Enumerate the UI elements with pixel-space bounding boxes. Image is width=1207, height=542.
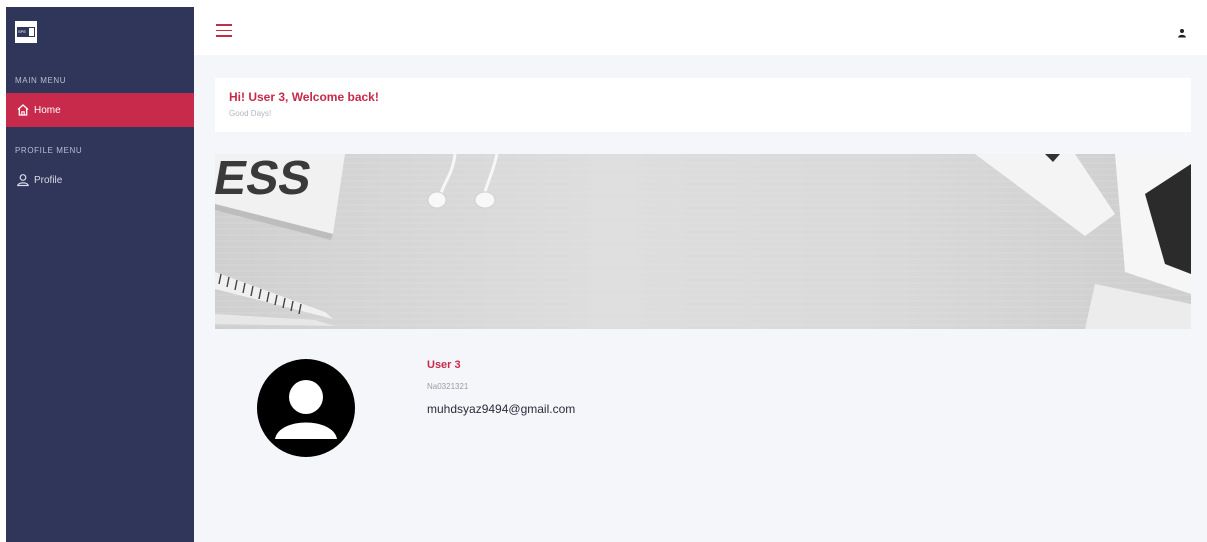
welcome-title: Hi! User 3, Welcome back! — [229, 90, 379, 104]
banner-headline: ESS — [215, 154, 316, 205]
profile-id: Na0321321 — [427, 382, 469, 391]
hamburger-icon[interactable] — [216, 24, 232, 38]
home-icon — [16, 103, 30, 117]
banner-image: ESS — [215, 154, 1191, 329]
logo[interactable]: SPE — [15, 21, 37, 43]
welcome-subtitle: Good Days! — [229, 109, 272, 118]
profile-menu-header: PROFILE MENU — [15, 146, 83, 155]
avatar-user-icon — [275, 380, 337, 439]
top-bar — [194, 7, 1207, 55]
user-icon — [16, 173, 30, 187]
app: SPE MAIN MENU Home PROFILE MENU Profile … — [6, 7, 1207, 542]
welcome-card: Hi! User 3, Welcome back! Good Days! — [215, 78, 1191, 132]
sidebar-item-profile[interactable]: Profile — [6, 163, 194, 197]
profile-email: muhdsyaz9494@gmail.com — [427, 402, 576, 416]
logo-area: SPE — [6, 7, 194, 57]
main-menu-header: MAIN MENU — [15, 76, 67, 85]
sidebar-item-label: Profile — [34, 174, 63, 186]
avatar — [257, 359, 355, 457]
logo-mark — [29, 28, 34, 36]
user-icon[interactable] — [1177, 25, 1187, 38]
sidebar: SPE MAIN MENU Home PROFILE MENU Profile — [6, 7, 194, 542]
sidebar-item-home[interactable]: Home — [6, 93, 194, 127]
profile-banner: ESS — [215, 154, 1191, 329]
main-content: Hi! User 3, Welcome back! Good Days! ESS — [194, 7, 1207, 542]
profile-card: User 3 Na0321321 muhdsyaz9494@gmail.com — [215, 329, 1191, 542]
profile-name: User 3 — [427, 359, 461, 371]
sidebar-item-label: Home — [34, 104, 61, 116]
